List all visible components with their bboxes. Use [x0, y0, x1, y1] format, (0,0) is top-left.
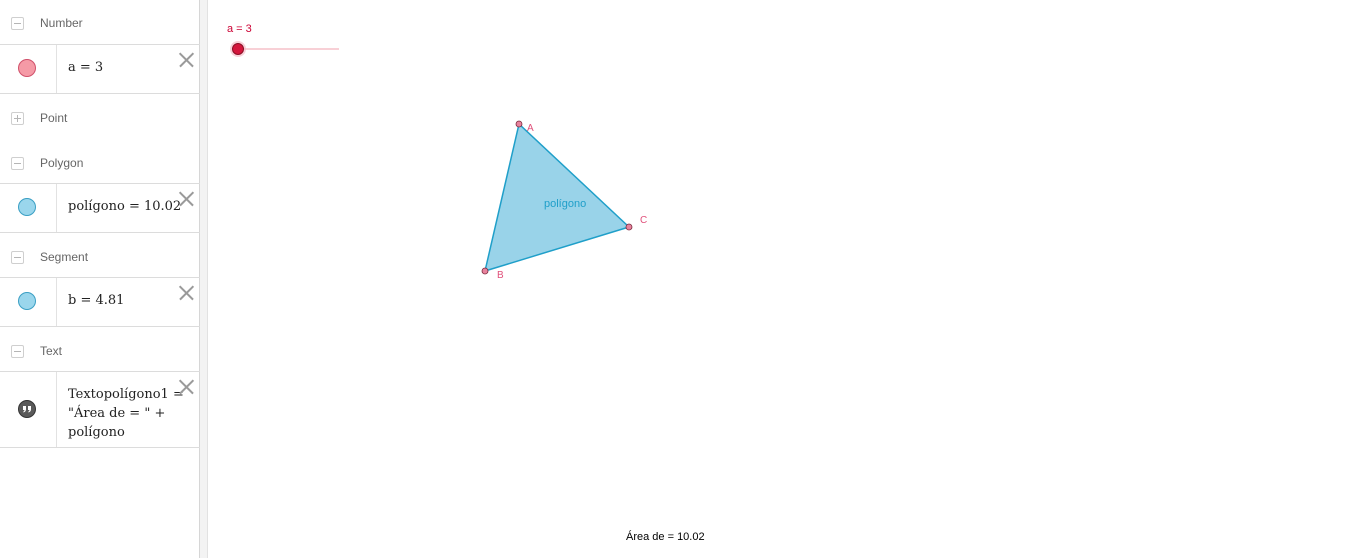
visibility-marble-icon[interactable] [18, 59, 36, 77]
marble-cell [0, 372, 57, 447]
formula-polygon[interactable]: polígono = 10.02 [68, 197, 181, 216]
group-text-label: Text [40, 344, 63, 358]
group-point-label: Point [40, 111, 68, 125]
visibility-marble-icon[interactable] [18, 198, 36, 216]
collapse-icon[interactable] [11, 345, 24, 358]
group-polygon-label: Polygon [40, 156, 84, 170]
formula-text-line3[interactable]: polígono [68, 423, 125, 442]
group-polygon[interactable]: Polygon [0, 138, 200, 182]
algebra-view: Number a = 3 Point Polygon polígono = 10… [0, 0, 200, 558]
slider-handle[interactable] [232, 43, 244, 55]
delete-icon[interactable] [178, 379, 194, 395]
point-a-label: A [527, 123, 534, 134]
panel-divider[interactable] [200, 0, 208, 558]
point-b[interactable] [481, 267, 489, 275]
area-text[interactable]: Área de = 10.02 [626, 531, 705, 543]
collapse-icon[interactable] [11, 251, 24, 264]
collapse-icon[interactable] [11, 17, 24, 30]
visibility-marble-icon[interactable] [18, 292, 36, 310]
graphics-view[interactable]: a = 3 polígono A C B Área de = 10.02 [209, 0, 1366, 558]
algebra-item-b[interactable]: b = 4.81 [0, 277, 200, 327]
point-c-label: C [640, 215, 647, 226]
group-text[interactable]: Text [0, 327, 200, 371]
algebra-item-a[interactable]: a = 3 [0, 44, 200, 94]
group-point[interactable]: Point [0, 94, 200, 138]
formula-a[interactable]: a = 3 [68, 58, 103, 77]
formula-text-line2[interactable]: "Área de = " + [68, 404, 165, 423]
group-number[interactable]: Number [0, 0, 200, 44]
marble-cell [0, 278, 57, 326]
collapse-icon[interactable] [11, 157, 24, 170]
delete-icon[interactable] [178, 191, 194, 207]
point-b-label: B [497, 270, 504, 281]
group-number-label: Number [40, 16, 83, 30]
point-c[interactable] [625, 223, 633, 231]
marble-cell [0, 184, 57, 232]
delete-icon[interactable] [178, 285, 194, 301]
delete-icon[interactable] [178, 52, 194, 68]
formula-text-line1[interactable]: Textopolígono1 = [68, 385, 184, 404]
group-segment[interactable]: Segment [0, 233, 200, 277]
graphics-canvas: polígono A C B [230, 41, 647, 281]
quote-icon[interactable] [18, 400, 36, 418]
polygon-label: polígono [544, 198, 586, 210]
point-a[interactable] [515, 120, 523, 128]
expand-icon[interactable] [11, 112, 24, 125]
algebra-item-polygon[interactable]: polígono = 10.02 [0, 183, 200, 233]
formula-b[interactable]: b = 4.81 [68, 291, 124, 310]
marble-cell [0, 45, 57, 93]
algebra-item-text[interactable]: Textopolígono1 = "Área de = " + polígono [0, 371, 200, 448]
group-segment-label: Segment [40, 250, 89, 264]
